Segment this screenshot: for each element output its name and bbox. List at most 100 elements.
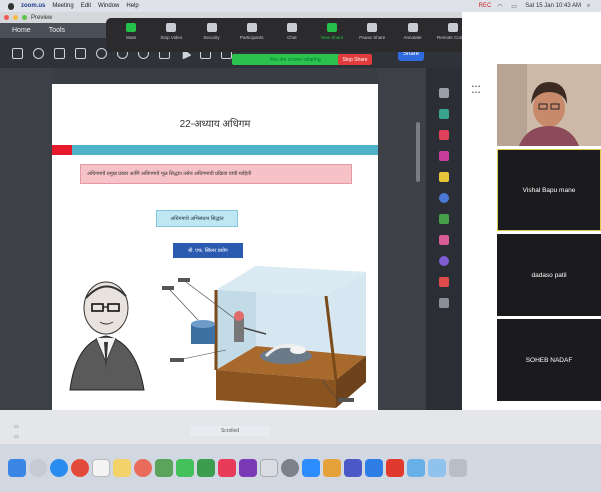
pdf-right-tools [426, 68, 462, 410]
finder-icon[interactable] [8, 459, 26, 477]
downloads-icon[interactable] [428, 459, 446, 477]
teams-icon[interactable] [344, 459, 362, 477]
stop-share-button[interactable]: Stop Share [338, 54, 372, 65]
facetime-icon[interactable] [197, 459, 215, 477]
video-camera-icon [166, 23, 177, 32]
safari-icon[interactable] [50, 459, 68, 477]
participant-name: Vishal Bapu mane [522, 186, 576, 194]
photos-icon[interactable] [134, 459, 152, 477]
folder-icon[interactable] [407, 459, 425, 477]
participant-tile[interactable]: dadaso patil [497, 234, 601, 316]
apparatus-box [162, 266, 366, 408]
calendar-icon[interactable] [92, 459, 110, 477]
pointer-icon [447, 23, 458, 32]
stop-video-button[interactable]: Stop Video [152, 23, 190, 40]
collapse-panel-icon[interactable] [439, 298, 449, 308]
fill-sign-icon[interactable] [439, 235, 449, 245]
combine-files-icon[interactable] [439, 193, 449, 203]
notes-icon[interactable] [113, 459, 131, 477]
shield-icon [206, 23, 217, 32]
battery-icon[interactable]: ▭ [511, 3, 519, 10]
annotate-button[interactable]: Annotate [393, 23, 431, 40]
more-tools-icon[interactable] [439, 277, 449, 287]
page-teal-bar [72, 145, 378, 155]
pdf-right-gutter [378, 68, 426, 410]
macos-dock [0, 444, 601, 492]
horizontal-scroll-indicator[interactable]: Scrolled [190, 426, 270, 436]
organize-pages-icon[interactable] [439, 214, 449, 224]
wifi-icon[interactable]: ◠ [497, 3, 505, 10]
screenshot-icon[interactable] [260, 459, 278, 477]
participant-tile[interactable]: Vishal Bapu mane [497, 149, 601, 231]
participants-button[interactable]: Participants [233, 23, 271, 40]
page-cyan-text-box: अधिगमाचे अभिसंधान सिद्धांत [156, 210, 238, 227]
app-store-icon[interactable] [365, 459, 383, 477]
search-tool-icon[interactable] [439, 88, 449, 98]
fullscreen-window-button[interactable] [22, 15, 27, 20]
menubar-item-window[interactable]: Window [98, 3, 119, 9]
messages-icon[interactable] [176, 459, 194, 477]
menubar-item-edit[interactable]: Edit [81, 3, 91, 9]
scientist-portrait [69, 281, 145, 391]
menubar-item-meeting[interactable]: Meeting [52, 3, 73, 9]
acrobat-icon[interactable] [386, 459, 404, 477]
spotlight-search-icon[interactable]: ⌕ [587, 3, 595, 10]
minimize-window-button[interactable] [13, 15, 18, 20]
menubar-app-name[interactable]: zoom.us [21, 3, 45, 9]
zoom-control-bar: Mute Stop Video Security Participants Ch… [106, 18, 518, 52]
maps-icon[interactable] [155, 459, 173, 477]
desktop-screen: zoom.us Meeting Edit Window Help REC ◠ ▭… [0, 0, 601, 492]
pencil-icon [407, 23, 418, 32]
stop-video-label: Stop Video [160, 35, 183, 40]
apple-menu-icon[interactable] [8, 2, 14, 10]
music-icon[interactable] [218, 459, 236, 477]
chat-button[interactable]: Chat [273, 23, 311, 40]
page-pink-text-box: अधिगमाचे प्रमुख प्रकार आणि अधिगमाचे मूळ … [80, 164, 352, 184]
security-button[interactable]: Security [192, 23, 230, 40]
close-window-button[interactable] [4, 15, 9, 20]
export-pdf-icon[interactable] [439, 109, 449, 119]
pause-share-label: Pause Share [359, 35, 386, 40]
comment-tool-icon[interactable] [439, 172, 449, 182]
pdf-viewer-window: Preview Home Tools Share 22-अध्याय अधिगम [0, 12, 462, 410]
search-icon[interactable] [96, 47, 107, 59]
chrome-icon[interactable] [71, 459, 89, 477]
mute-button[interactable]: Mute [112, 23, 150, 40]
pdf-menu-home[interactable]: Home [12, 27, 31, 34]
participants-icon [246, 23, 257, 32]
edit-pdf-icon[interactable] [439, 151, 449, 161]
recording-indicator[interactable]: REC [479, 3, 492, 10]
settings-icon[interactable] [33, 47, 44, 59]
desktop-item-icon[interactable]: ▭ [14, 424, 19, 430]
page-heading: 22-अध्याय अधिगम [179, 119, 251, 130]
desktop-item-icon[interactable]: ▭ [14, 434, 19, 440]
create-pdf-icon[interactable] [439, 130, 449, 140]
email-icon[interactable] [75, 47, 86, 59]
new-share-label: New Share [320, 35, 344, 40]
settings-icon[interactable] [281, 459, 299, 477]
page-blue-text-box: बी. एफ. स्किनर प्रयोग [173, 243, 243, 258]
security-label: Security [203, 35, 220, 40]
menubar-clock[interactable]: Sat 15 Jan 10:43 AM [525, 3, 581, 10]
new-share-button[interactable]: New Share [313, 23, 351, 40]
pdf-window-title: Preview [31, 14, 53, 21]
sidebar-toggle-icon[interactable] [12, 47, 23, 59]
launchpad-icon[interactable] [29, 459, 47, 477]
share-screen-icon [327, 23, 338, 32]
protect-icon[interactable] [439, 256, 449, 266]
pdf-page: 22-अध्याय अधिगम अधिगमाचे प्रमुख प्रकार आ… [52, 84, 378, 410]
pdf-vertical-scrollbar[interactable] [416, 122, 420, 182]
pdf-menu-tools[interactable]: Tools [49, 27, 65, 34]
active-speaker-video[interactable] [497, 64, 601, 146]
chat-label: Chat [287, 35, 297, 40]
participant-name: dadaso patil [531, 271, 567, 279]
menubar-item-help[interactable]: Help [126, 3, 138, 9]
zoom-icon[interactable] [302, 459, 320, 477]
preview-icon[interactable] [323, 459, 341, 477]
trash-icon[interactable] [449, 459, 467, 477]
onenote-icon[interactable] [239, 459, 257, 477]
participants-label: Participants [239, 35, 264, 40]
pause-share-button[interactable]: Pause Share [353, 23, 391, 40]
participant-tile[interactable]: SOHEB NADAF [497, 319, 601, 401]
print-icon[interactable] [54, 47, 65, 59]
